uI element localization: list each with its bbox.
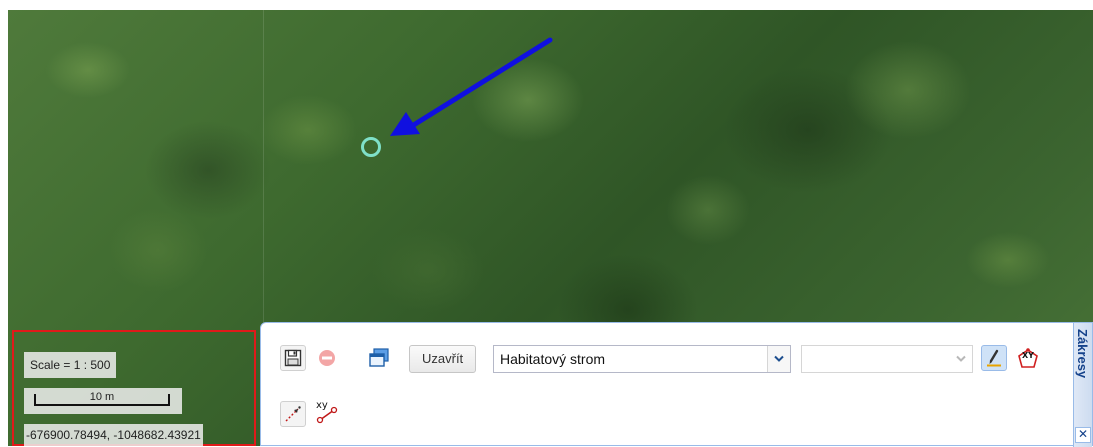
svg-text:XY: XY — [1022, 351, 1034, 360]
xy-point-icon: XY — [1018, 348, 1038, 368]
close-button[interactable]: Uzavřít — [409, 345, 477, 373]
secondary-select[interactable] — [801, 345, 973, 373]
secondary-dropdown-trigger[interactable] — [950, 346, 972, 372]
habitat-tree-marker[interactable] — [361, 137, 381, 157]
scale-highlight-box: Scale = 1 : 500 10 m -676900.78494, -104… — [12, 330, 256, 446]
pencil-icon — [987, 349, 1001, 367]
xy-line-icon: xy — [316, 400, 338, 424]
habitat-type-value: Habitatový strom — [500, 351, 606, 367]
scale-bar: 10 m — [24, 388, 182, 414]
windows-button[interactable] — [366, 345, 392, 371]
save-icon — [284, 349, 302, 367]
habitat-type-dropdown-trigger[interactable] — [767, 346, 790, 372]
draw-line-icon — [285, 406, 301, 422]
save-button[interactable] — [280, 345, 306, 371]
chevron-down-icon — [774, 355, 784, 362]
xy-line-button[interactable]: xy — [314, 398, 340, 424]
blue-arrow-annotation — [390, 37, 553, 136]
scale-label: Scale = 1 : 500 — [24, 352, 117, 378]
close-icon[interactable]: ✕ — [1075, 427, 1091, 443]
xy-point-button[interactable]: XY — [1015, 345, 1041, 371]
side-tab-label: Zákresy — [1075, 329, 1090, 379]
stop-button[interactable] — [314, 345, 340, 371]
edit-button[interactable] — [981, 345, 1007, 371]
stop-icon — [319, 350, 335, 366]
habitat-type-select[interactable]: Habitatový strom — [493, 345, 791, 373]
zakresy-side-tab[interactable]: Zákresy ✕ — [1073, 323, 1092, 447]
svg-text:xy: xy — [316, 400, 328, 411]
scale-bar-label: 10 m — [89, 391, 115, 403]
scale-bar-line: 10 m — [34, 391, 170, 406]
chevron-down-icon — [956, 355, 966, 362]
coordinate-readout: -676900.78494, -1048682.43921 — [24, 424, 203, 446]
windows-icon — [369, 348, 389, 367]
draw-line-button[interactable] — [280, 401, 306, 427]
drawing-toolbar: Uzavřít Habitatový strom XY xy Zákresy ✕ — [260, 322, 1093, 447]
